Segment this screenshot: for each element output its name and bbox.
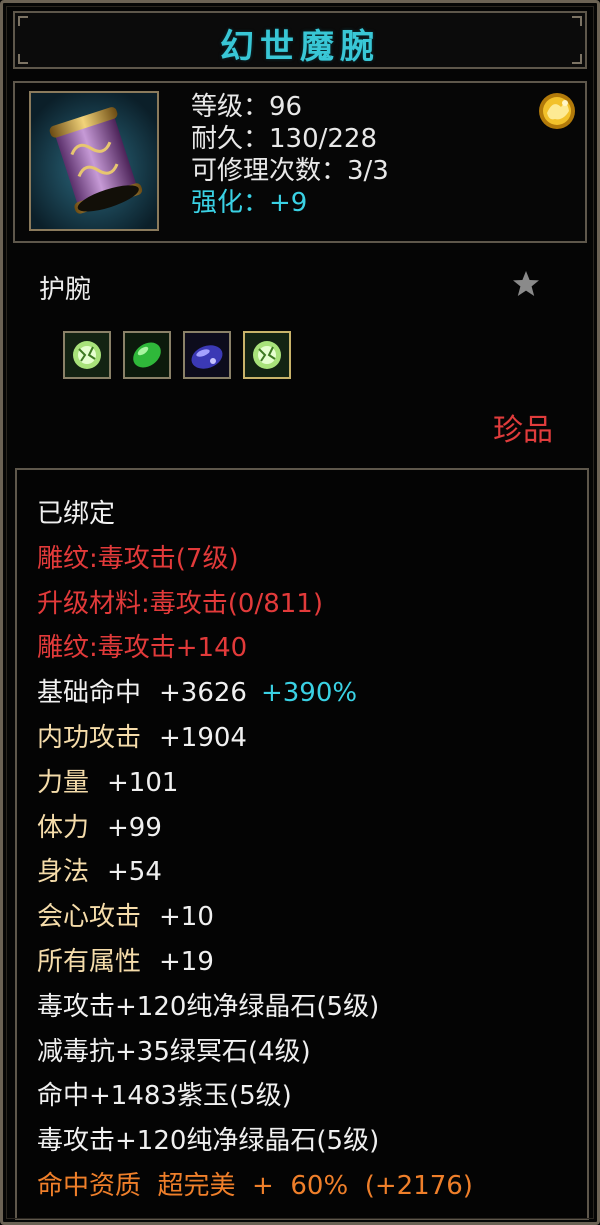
strength-attribute: 力量 +101	[37, 761, 473, 806]
green-crystal-gem-icon[interactable]	[63, 331, 111, 379]
attribute-label: 内功攻击	[37, 722, 142, 753]
engrave-bonus-line: 雕纹:毒攻击+140	[37, 633, 248, 664]
gem-sockets	[63, 331, 291, 379]
all-attributes: 所有属性 +19	[37, 940, 473, 985]
bracer-icon[interactable]	[29, 91, 159, 231]
attribute-label: 体力	[37, 812, 90, 843]
agility-attribute: 身法 +54	[37, 850, 473, 895]
repair-count-stat: 可修理次数：3/3	[191, 156, 389, 186]
gem-bonus-line: 命中+1483紫玉(5级)	[37, 1081, 292, 1112]
item-tooltip: 幻世魔腕 等级：96 耐久：130/228 可修理次数：3/3 强化：+9 护腕…	[0, 0, 600, 1225]
attributes-panel: 已绑定 雕纹:毒攻击(7级) 升级材料:毒攻击(0/811) 雕纹:毒攻击+14…	[15, 468, 589, 1220]
engrave-line: 雕纹:毒攻击(7级)	[37, 543, 239, 574]
attribute-label: 身法	[37, 857, 90, 888]
stamina-attribute: 体力 +99	[37, 806, 473, 851]
aptitude-line: 命中资质 超完美 + 60% (+2176)	[37, 1170, 473, 1201]
base-stats: 等级：96 耐久：130/228 可修理次数：3/3 强化：+9	[191, 91, 389, 219]
attribute-value: +54	[107, 857, 162, 888]
attribute-label: 基础命中	[37, 678, 142, 709]
hit-attribute: 基础命中 +3626 +390%	[37, 671, 473, 716]
enhance-stat: 强化：+9	[191, 188, 308, 218]
attribute-label: 会心攻击	[37, 902, 142, 933]
gold-badge-icon	[535, 89, 579, 133]
durability-stat: 耐久：130/228	[191, 124, 378, 154]
green-jade-gem-icon[interactable]	[123, 331, 171, 379]
item-summary-panel: 等级：96 耐久：130/228 可修理次数：3/3 强化：+9	[13, 81, 587, 243]
gem-bonus-line: 毒攻击+120纯净绿晶石(5级)	[37, 1126, 380, 1157]
attribute-value: +99	[107, 812, 162, 843]
attribute-value: +101	[107, 767, 179, 798]
rarity-label: 珍品	[493, 413, 553, 448]
bound-status: 已绑定	[37, 499, 116, 529]
gem-bonus-line: 毒攻击+120纯净绿晶石(5级)	[37, 991, 380, 1022]
star-icon[interactable]	[511, 269, 541, 299]
title-bar: 幻世魔腕	[13, 11, 587, 69]
attribute-value: +19	[159, 946, 214, 977]
attribute-value: +3626	[159, 678, 247, 709]
attribute-value: +10	[159, 902, 214, 933]
attribute-percent: +390%	[260, 678, 358, 709]
item-name: 幻世魔腕	[220, 27, 380, 67]
attribute-value: +1904	[159, 722, 247, 753]
attribute-list: 已绑定 雕纹:毒攻击(7级) 升级材料:毒攻击(0/811) 雕纹:毒攻击+14…	[37, 492, 473, 1209]
slot-type: 护腕	[39, 275, 92, 305]
internal-attack-attribute: 内功攻击 +1904	[37, 716, 473, 761]
attribute-label: 所有属性	[37, 946, 142, 977]
crit-attack-attribute: 会心攻击 +10	[37, 895, 473, 940]
upgrade-material-line: 升级材料:毒攻击(0/811)	[37, 588, 323, 619]
attribute-label: 力量	[37, 767, 90, 798]
green-crystal-gem-icon[interactable]	[243, 331, 291, 379]
purple-jade-gem-icon[interactable]	[183, 331, 231, 379]
gem-bonus-line: 减毒抗+35绿冥石(4级)	[37, 1036, 311, 1067]
level-stat: 等级：96	[191, 92, 303, 122]
